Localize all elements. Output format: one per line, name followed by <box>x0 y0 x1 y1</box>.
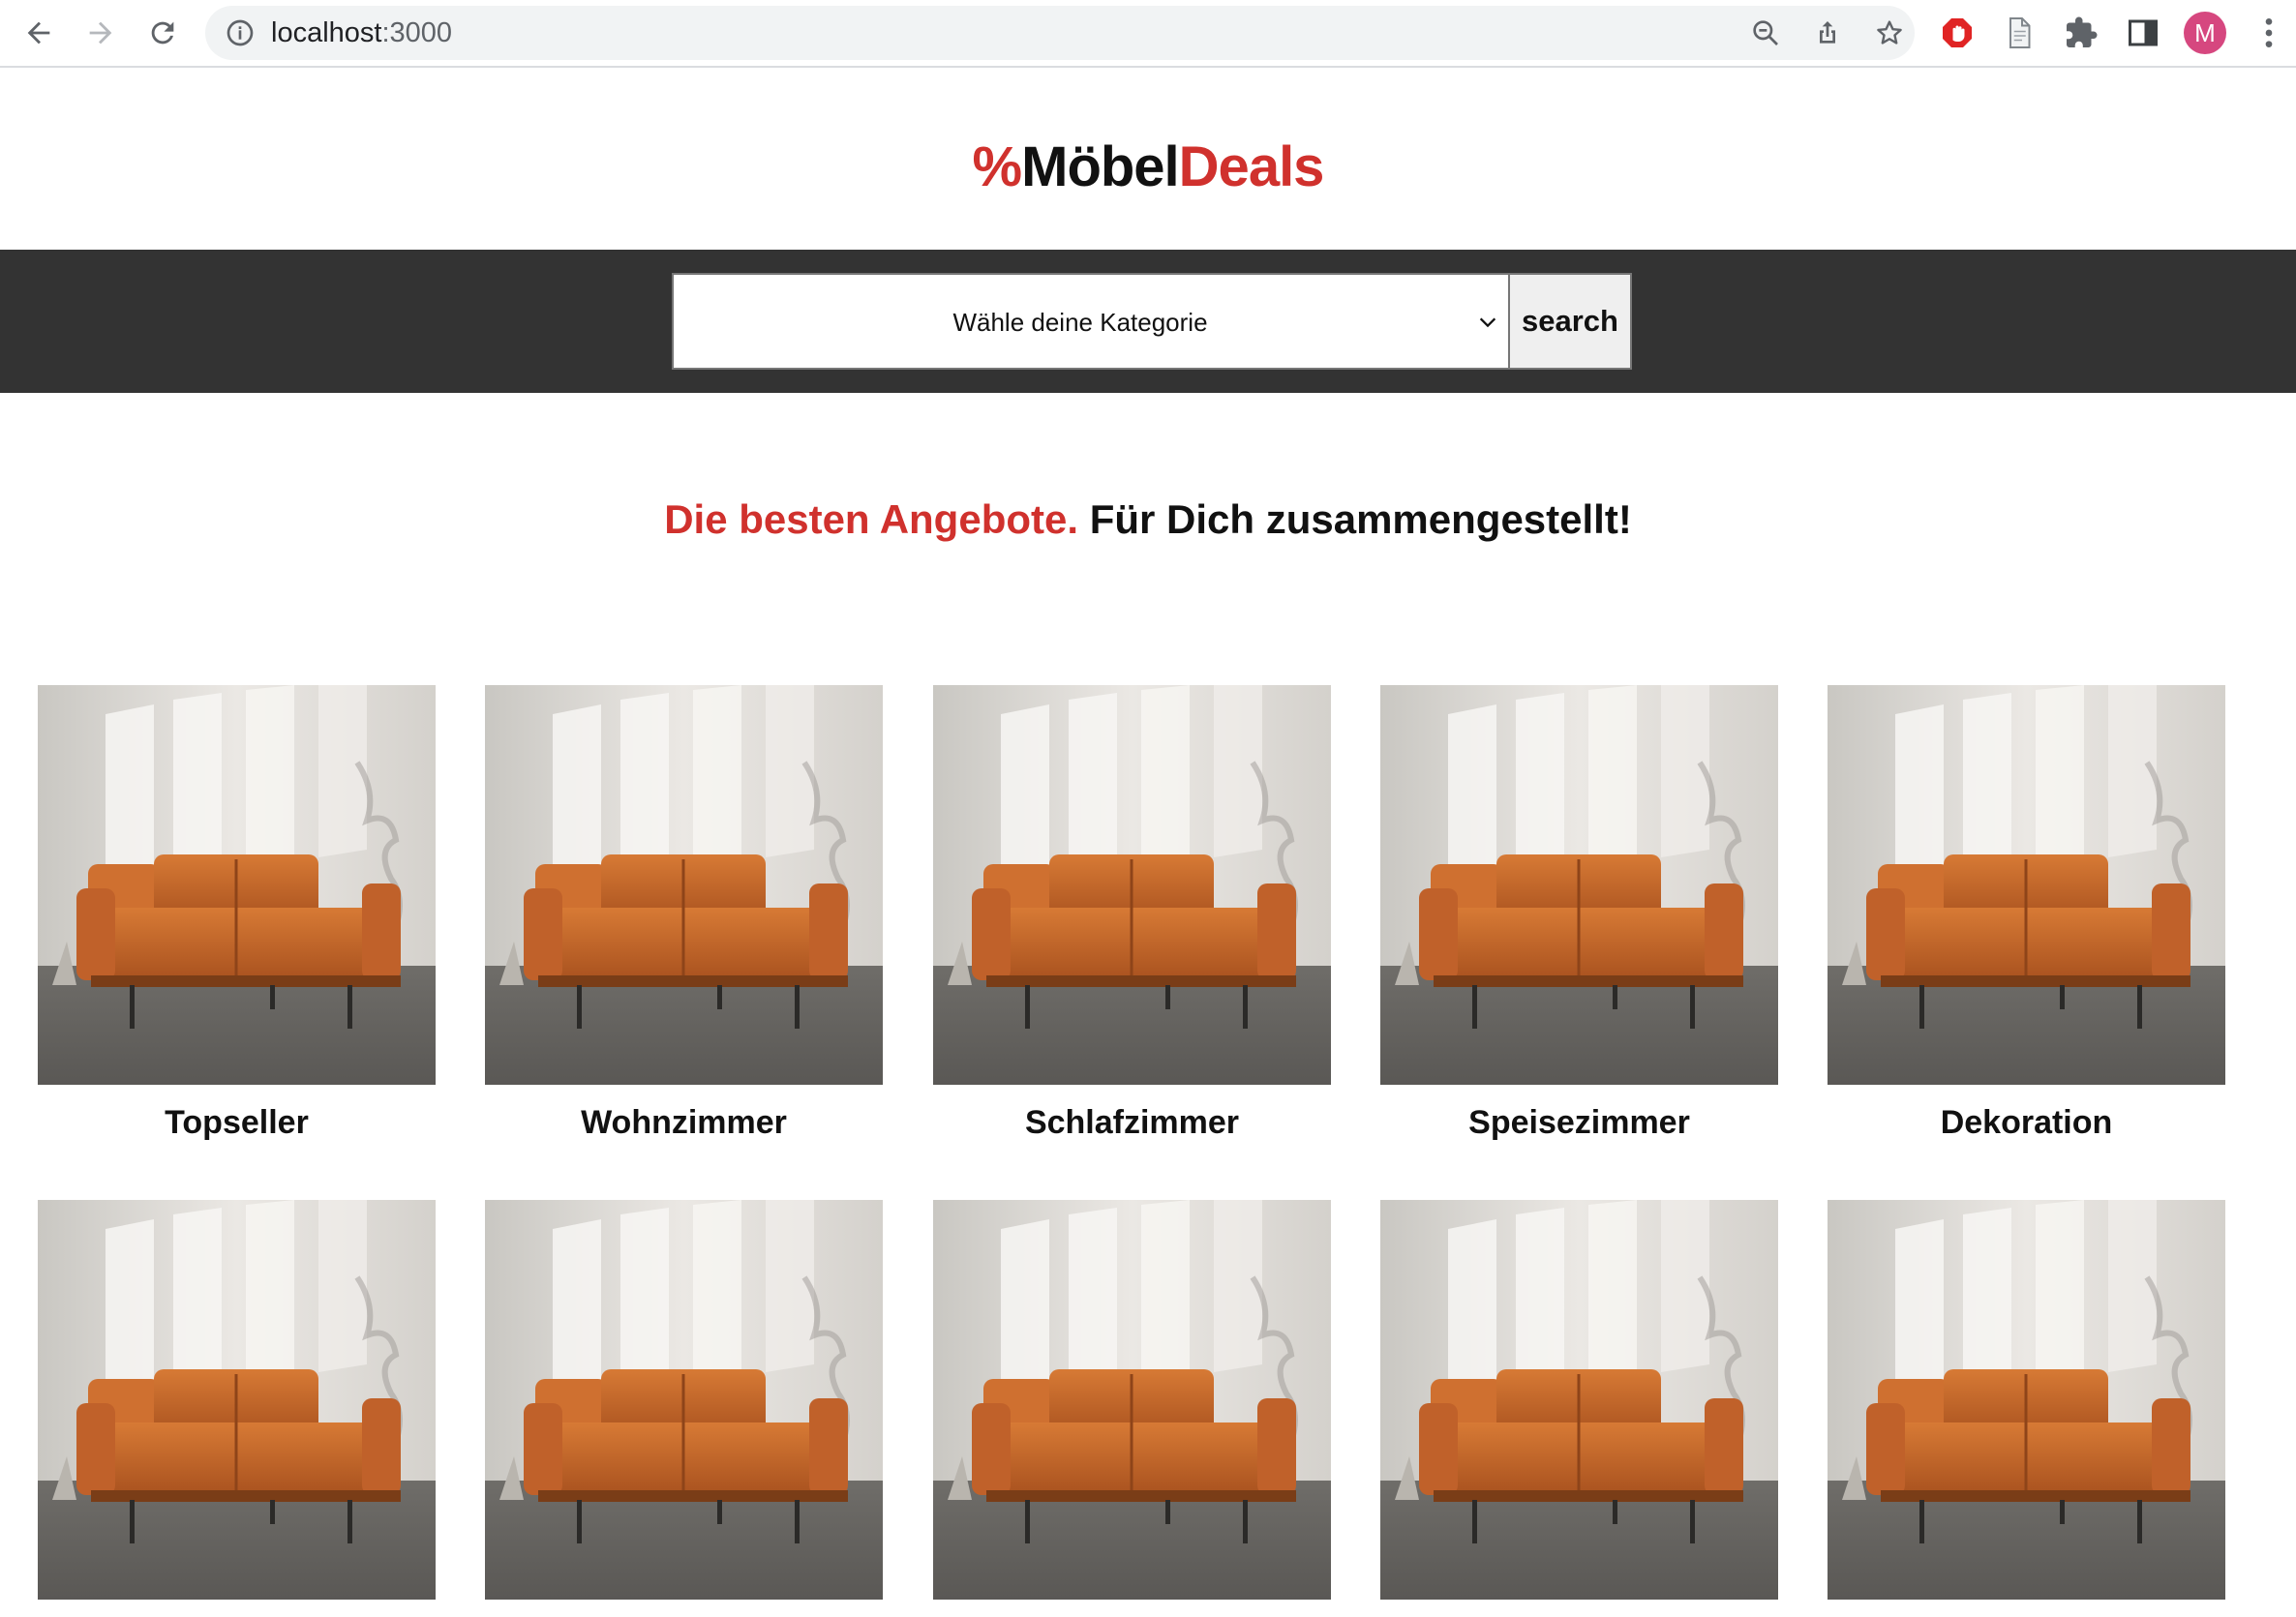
category-image[interactable] <box>485 1200 883 1600</box>
search-button[interactable]: search <box>1508 273 1632 370</box>
category-card[interactable]: Dekoration <box>1828 685 2225 1143</box>
sofa-image <box>38 1200 436 1600</box>
category-image[interactable] <box>933 1200 1331 1600</box>
sofa-image <box>1828 1200 2225 1600</box>
document-icon[interactable] <box>2000 14 2039 52</box>
page-headline: Die besten Angebote. Für Dich zusammenge… <box>0 494 2296 546</box>
sofa-image <box>933 1200 1331 1600</box>
stop-hand-icon[interactable] <box>1938 14 1977 52</box>
chevron-down-icon <box>1479 317 1496 328</box>
category-image[interactable] <box>485 685 883 1085</box>
url-host: localhost <box>271 17 382 48</box>
category-card[interactable] <box>485 1200 883 1617</box>
browser-toolbar: localhost:3000 M <box>0 0 2296 68</box>
logo-brand-red: Deals <box>1178 135 1325 198</box>
url-port: :3000 <box>381 17 453 48</box>
zoom-out-icon[interactable] <box>1748 15 1783 50</box>
share-icon[interactable] <box>1810 15 1845 50</box>
sofa-image <box>38 685 436 1085</box>
category-card[interactable] <box>1380 1200 1778 1617</box>
sofa-image <box>933 685 1331 1085</box>
category-image[interactable] <box>38 1200 436 1600</box>
category-card[interactable] <box>933 1200 1331 1617</box>
sofa-image <box>1828 685 2225 1085</box>
headline-red-part: Die besten Angebote. <box>664 496 1079 542</box>
category-card[interactable]: Topseller <box>38 685 436 1143</box>
category-card[interactable]: Wohnzimmer <box>485 685 883 1143</box>
category-card[interactable]: Speisezimmer <box>1380 685 1778 1143</box>
profile-avatar[interactable]: M <box>2184 12 2226 54</box>
back-arrow-icon[interactable] <box>15 10 62 56</box>
category-image[interactable] <box>1380 685 1778 1085</box>
sofa-image <box>485 685 883 1085</box>
side-panel-icon[interactable] <box>2124 14 2162 52</box>
sofa-image <box>485 1200 883 1600</box>
category-label[interactable]: Wohnzimmer <box>485 1102 883 1143</box>
site-logo[interactable]: %MöbelDeals <box>0 134 2296 201</box>
category-image[interactable] <box>38 685 436 1085</box>
category-label[interactable]: Speisezimmer <box>1380 1102 1778 1143</box>
category-image[interactable] <box>1828 685 2225 1085</box>
address-bar[interactable]: localhost:3000 <box>205 6 1915 60</box>
category-select[interactable]: Wähle deine Kategorie <box>672 273 1510 370</box>
category-label[interactable]: Dekoration <box>1828 1102 2225 1143</box>
headline-black-part: Für Dich zusammengestellt! <box>1078 496 1632 542</box>
forward-arrow-icon[interactable] <box>77 10 124 56</box>
url-text[interactable]: localhost:3000 <box>271 18 452 47</box>
sofa-image <box>1380 685 1778 1085</box>
info-icon[interactable] <box>225 17 256 48</box>
reload-icon[interactable] <box>139 10 186 56</box>
sofa-image <box>1380 1200 1778 1600</box>
category-label[interactable]: Topseller <box>38 1102 436 1143</box>
logo-brand-black: Möbel <box>1021 135 1180 198</box>
category-image[interactable] <box>933 685 1331 1085</box>
category-image[interactable] <box>1380 1200 1778 1600</box>
search-bar: Wähle deine Kategorie search <box>0 250 2296 393</box>
kebab-menu-icon[interactable] <box>2250 14 2288 52</box>
category-card[interactable]: Schlafzimmer <box>933 685 1331 1143</box>
puzzle-icon[interactable] <box>2062 14 2100 52</box>
category-card[interactable] <box>38 1200 436 1617</box>
logo-percent: % <box>972 135 1023 198</box>
category-image[interactable] <box>1828 1200 2225 1600</box>
category-select-value: Wähle deine Kategorie <box>952 308 1208 337</box>
category-card[interactable] <box>1828 1200 2225 1617</box>
star-icon[interactable] <box>1872 15 1907 50</box>
category-label[interactable]: Schlafzimmer <box>933 1102 1331 1143</box>
